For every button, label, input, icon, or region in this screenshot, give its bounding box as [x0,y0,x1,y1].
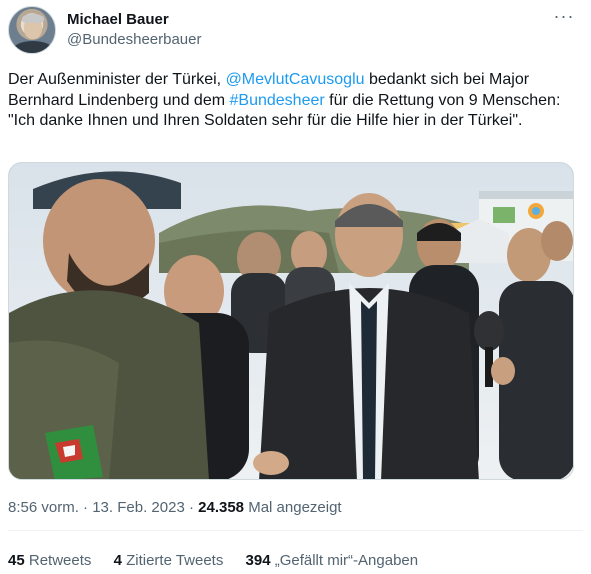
author-name[interactable]: Michael Bauer [67,11,169,28]
tweet-time[interactable]: 8:56 vorm. [8,499,79,516]
hashtag-link[interactable]: #Bundesheer [230,92,325,109]
tweet-card: Michael Bauer @Bundesheerbauer ··· Der A… [0,0,591,574]
retweets-count: 45 [8,552,25,569]
tweet-date[interactable]: 13. Feb. 2023 [92,499,185,516]
likes-stat[interactable]: 394 „Gefällt mir“-Angaben [246,552,419,569]
avatar-shoulders [12,41,54,53]
likes-label: „Gefällt mir“-Angaben [270,552,419,569]
author-handle[interactable]: @Bundesheerbauer [67,31,202,48]
mention-link[interactable]: @MevlutCavusoglu [226,71,365,88]
tweet-text-part1: Der Außenminister der Türkei, [8,71,226,88]
likes-count: 394 [245,552,271,569]
tweet-photo[interactable] [8,162,574,480]
retweets-label: Retweets [24,552,92,569]
tweet-stats: 45 Retweets 4 Zitierte Tweets 394 „Gefäl… [8,552,436,569]
author-avatar[interactable] [8,6,56,54]
meta-separator: · [184,499,199,516]
more-options-icon[interactable]: ··· [553,7,575,25]
views-count: 24.358 [198,499,245,516]
avatar-hair [22,14,44,23]
quotes-count: 4 [113,552,122,569]
quotes-label: Zitierte Tweets [121,552,224,569]
tweet-text: Der Außenminister der Türkei, @MevlutCav… [8,70,583,132]
meta-separator: · [78,499,93,516]
tweet-meta: 8:56 vorm. · 13. Feb. 2023 · 24.358 Mal … [8,499,342,516]
retweets-stat[interactable]: 45 Retweets [8,552,91,569]
quotes-stat[interactable]: 4 Zitierte Tweets [114,552,224,569]
photo-illustration [9,163,573,479]
views-label: Mal angezeigt [244,499,342,516]
divider [8,530,583,531]
